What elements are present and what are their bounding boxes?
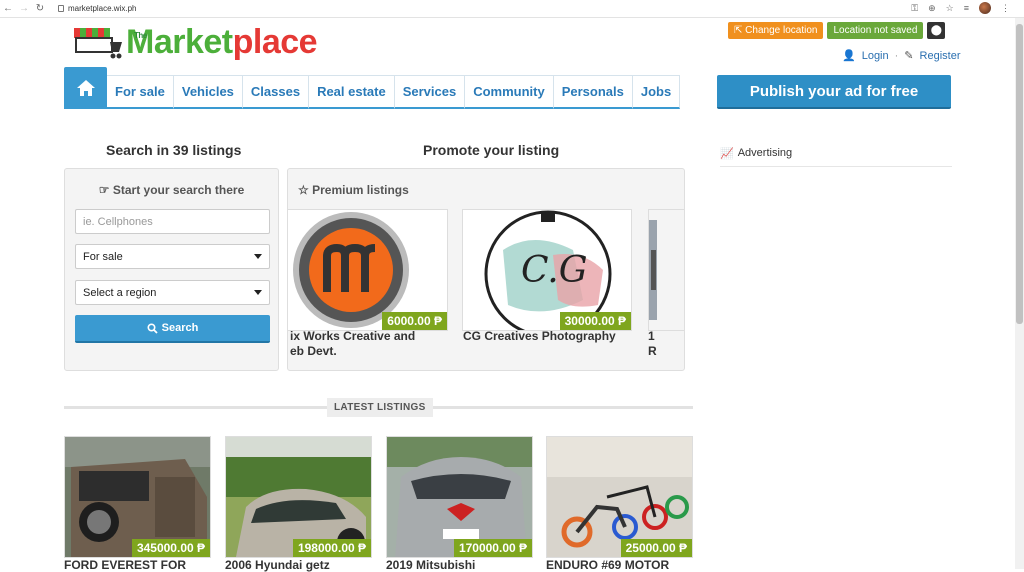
premium-card-title-line: CG Creatives Photography bbox=[463, 329, 616, 343]
nav-for-sale[interactable]: For sale bbox=[107, 75, 174, 109]
lock-icon bbox=[58, 5, 64, 12]
listing-title[interactable]: 2006 Hyundai getz bbox=[225, 558, 330, 572]
map-pin-icon[interactable]: ⬤ bbox=[927, 22, 946, 39]
nav-community[interactable]: Community bbox=[465, 75, 554, 109]
listing-card[interactable]: 170000.00 ₱ bbox=[386, 436, 533, 558]
chevron-down-icon bbox=[254, 290, 262, 295]
key-icon[interactable]: ⚿ bbox=[911, 3, 918, 14]
search-icon bbox=[147, 322, 158, 334]
external-link-icon: ⇱ bbox=[734, 25, 743, 36]
nav-jobs[interactable]: Jobs bbox=[632, 75, 681, 109]
nav-classes[interactable]: Classes bbox=[242, 75, 310, 109]
search-panel: ☞ Start your search there ie. Cellphones… bbox=[64, 168, 279, 371]
home-icon bbox=[76, 80, 95, 96]
market-stall-icon bbox=[70, 24, 124, 60]
register-link[interactable]: Register bbox=[920, 50, 961, 62]
premium-listings-heading: ☆ Premium listings bbox=[298, 183, 409, 197]
back-icon[interactable]: ← bbox=[0, 3, 16, 14]
chevron-down-icon bbox=[254, 254, 262, 259]
premium-card-title-line: 1 bbox=[648, 329, 655, 343]
nav-vehicles[interactable]: Vehicles bbox=[173, 75, 243, 109]
pencil-icon: ✎ bbox=[904, 50, 914, 62]
login-link[interactable]: Login bbox=[862, 50, 889, 62]
premium-card-title[interactable]: CG Creatives Photography bbox=[463, 329, 616, 344]
nav-personals[interactable]: Personals bbox=[553, 75, 633, 109]
hand-pointer-icon: ☞ bbox=[98, 183, 110, 197]
category-select[interactable]: For sale bbox=[75, 244, 270, 269]
user-icon: 👤 bbox=[842, 50, 856, 62]
price-badge: 345000.00 ₱ bbox=[131, 539, 210, 557]
change-location-label: Change location bbox=[745, 25, 818, 36]
logo-the-text: The bbox=[134, 31, 147, 40]
profile-avatar[interactable] bbox=[979, 2, 991, 14]
search-button[interactable]: Search bbox=[75, 315, 270, 343]
forward-icon[interactable]: → bbox=[16, 3, 32, 14]
auth-separator: · bbox=[894, 49, 899, 62]
listing-title[interactable]: FORD EVEREST FOR bbox=[64, 558, 186, 572]
star-icon[interactable]: ☆ bbox=[946, 3, 954, 14]
extensions-icon[interactable]: ≡ bbox=[964, 3, 969, 13]
menu-icon[interactable]: ⋮ bbox=[1001, 3, 1010, 14]
price-badge: 6000.00 ₱ bbox=[382, 312, 447, 330]
nav-services[interactable]: Services bbox=[394, 75, 466, 109]
search-panel-title: Start your search there bbox=[112, 183, 245, 197]
zoom-icon[interactable]: ⊕ bbox=[928, 3, 936, 14]
listing-card[interactable]: 345000.00 ₱ bbox=[64, 436, 211, 558]
search-panel-heading: ☞ Start your search there bbox=[65, 183, 278, 197]
auth-links: 👤 Login · ✎ Register bbox=[842, 49, 961, 63]
location-status-badge[interactable]: Location not saved bbox=[827, 22, 924, 39]
premium-listings-title: Premium listings bbox=[312, 183, 409, 197]
svg-text:C.G: C.G bbox=[521, 250, 587, 291]
promote-section-title: Promote your listing bbox=[423, 142, 560, 158]
address-bar[interactable]: marketplace.wix.ph bbox=[58, 4, 136, 13]
premium-card-title[interactable]: 1 R bbox=[648, 329, 657, 359]
location-bar: ⇱ Change location Location not saved ⬤ bbox=[728, 22, 946, 39]
publish-ad-button[interactable]: Publish your ad for free bbox=[717, 75, 951, 109]
star-icon: ☆ bbox=[298, 183, 309, 197]
advertising-link[interactable]: 📈 Advertising bbox=[720, 147, 952, 167]
region-select[interactable]: Select a region bbox=[75, 280, 270, 305]
latest-listings-label: LATEST LISTINGS bbox=[327, 398, 433, 417]
search-section-title: Search in 39 listings bbox=[106, 142, 242, 158]
category-selected: For sale bbox=[83, 250, 123, 263]
site-logo[interactable]: The Marketplace bbox=[70, 23, 318, 61]
region-selected: Select a region bbox=[83, 286, 157, 299]
advertising-label: Advertising bbox=[737, 147, 793, 159]
browser-toolbar: ← → ↻ marketplace.wix.ph ⚿ ⊕ ☆ ≡ ⋮ bbox=[0, 0, 1024, 18]
search-button-label: Search bbox=[161, 322, 199, 334]
listing-card[interactable]: 25000.00 ₱ bbox=[546, 436, 693, 558]
premium-card[interactable]: 6000.00 ₱ bbox=[288, 209, 448, 331]
logo-wordmark: The Marketplace bbox=[126, 23, 318, 61]
keyword-input[interactable]: ie. Cellphones bbox=[75, 209, 270, 234]
chart-line-icon: 📈 bbox=[720, 148, 734, 160]
url-text: marketplace.wix.ph bbox=[68, 4, 137, 13]
premium-card-title-line: ix Works Creative and bbox=[290, 329, 416, 343]
premium-card[interactable]: C.G 30000.00 ₱ bbox=[462, 209, 632, 331]
price-badge: 30000.00 ₱ bbox=[559, 312, 631, 330]
premium-card-title-line: R bbox=[648, 344, 657, 358]
nav-real-estate[interactable]: Real estate bbox=[309, 75, 395, 109]
premium-listings-panel: ☆ Premium listings 6000.00 ₱ ix Works Cr… bbox=[287, 168, 685, 371]
price-badge: 198000.00 ₱ bbox=[292, 539, 371, 557]
listing-title[interactable]: ENDURO #69 MOTOR bbox=[546, 558, 669, 572]
listing-card[interactable]: 198000.00 ₱ bbox=[225, 436, 372, 558]
main-nav: For sale Vehicles Classes Real estate Se… bbox=[64, 67, 681, 109]
premium-card[interactable] bbox=[648, 209, 684, 331]
listing-image bbox=[649, 210, 684, 330]
keyword-placeholder: ie. Cellphones bbox=[83, 215, 153, 228]
scrollbar-thumb[interactable] bbox=[1016, 24, 1023, 324]
listing-title[interactable]: 2019 Mitsubishi bbox=[386, 558, 475, 572]
reload-icon[interactable]: ↻ bbox=[32, 3, 48, 14]
premium-card-title-line: eb Devt. bbox=[290, 344, 337, 358]
change-location-button[interactable]: ⇱ Change location bbox=[728, 22, 824, 39]
nav-home[interactable] bbox=[64, 67, 107, 109]
premium-card-title[interactable]: ix Works Creative and eb Devt. bbox=[290, 329, 415, 359]
logo-place-text: place bbox=[232, 23, 318, 61]
price-badge: 170000.00 ₱ bbox=[453, 539, 532, 557]
page-scrollbar[interactable] bbox=[1015, 18, 1024, 569]
price-badge: 25000.00 ₱ bbox=[620, 539, 692, 557]
